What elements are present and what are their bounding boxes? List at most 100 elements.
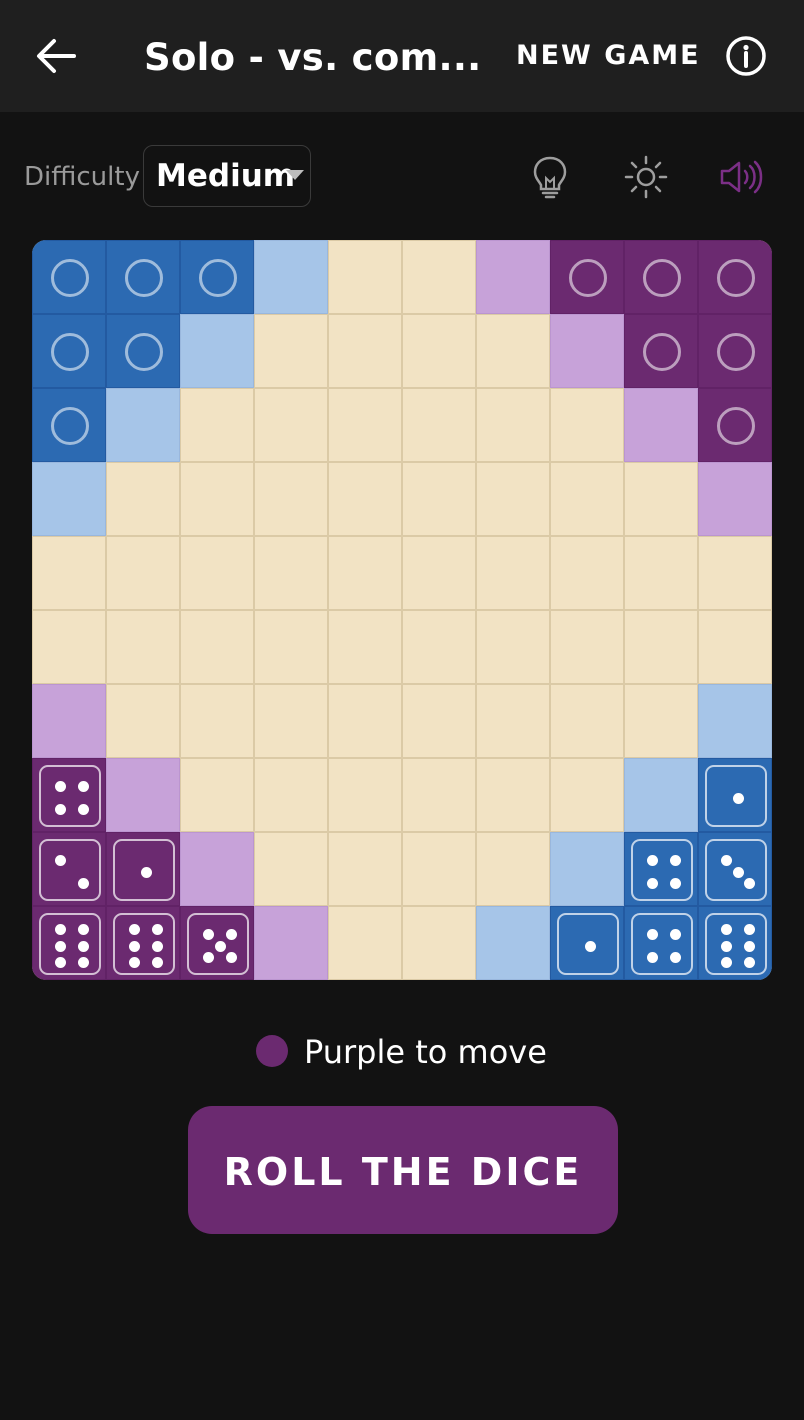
board-cell[interactable] — [624, 906, 698, 980]
board-cell[interactable] — [32, 388, 106, 462]
sound-button[interactable] — [716, 152, 766, 202]
board-cell[interactable] — [180, 388, 254, 462]
board-cell[interactable] — [106, 388, 180, 462]
die-piece[interactable] — [39, 839, 101, 901]
board-cell[interactable] — [32, 906, 106, 980]
board-cell[interactable] — [328, 240, 402, 314]
roll-dice-button[interactable]: ROLL THE DICE — [188, 1106, 618, 1234]
board-cell[interactable] — [624, 758, 698, 832]
board-cell[interactable] — [254, 610, 328, 684]
board-cell[interactable] — [106, 610, 180, 684]
board-cell[interactable] — [624, 536, 698, 610]
board-cell[interactable] — [254, 462, 328, 536]
board-cell[interactable] — [476, 758, 550, 832]
board-cell[interactable] — [328, 758, 402, 832]
board-cell[interactable] — [180, 462, 254, 536]
empty-piece-ring[interactable] — [569, 259, 607, 297]
board-cell[interactable] — [254, 906, 328, 980]
board-cell[interactable] — [698, 536, 772, 610]
board-cell[interactable] — [180, 906, 254, 980]
board-cell[interactable] — [402, 240, 476, 314]
board-cell[interactable] — [328, 314, 402, 388]
die-piece[interactable] — [557, 913, 619, 975]
board-cell[interactable] — [476, 388, 550, 462]
board-cell[interactable] — [698, 832, 772, 906]
board-cell[interactable] — [106, 758, 180, 832]
board-cell[interactable] — [106, 462, 180, 536]
die-piece[interactable] — [631, 913, 693, 975]
die-piece[interactable] — [39, 913, 101, 975]
board-cell[interactable] — [180, 536, 254, 610]
board-cell[interactable] — [254, 388, 328, 462]
board-cell[interactable] — [32, 610, 106, 684]
empty-piece-ring[interactable] — [51, 259, 89, 297]
board-cell[interactable] — [402, 314, 476, 388]
die-piece[interactable] — [187, 913, 249, 975]
board-cell[interactable] — [328, 462, 402, 536]
board-cell[interactable] — [180, 240, 254, 314]
board-cell[interactable] — [254, 684, 328, 758]
board-cell[interactable] — [402, 758, 476, 832]
board-cell[interactable] — [476, 536, 550, 610]
empty-piece-ring[interactable] — [199, 259, 237, 297]
board-cell[interactable] — [698, 314, 772, 388]
die-piece[interactable] — [39, 765, 101, 827]
board-cell[interactable] — [32, 758, 106, 832]
board-cell[interactable] — [698, 758, 772, 832]
board-cell[interactable] — [32, 536, 106, 610]
board-cell[interactable] — [328, 610, 402, 684]
board-cell[interactable] — [550, 610, 624, 684]
board-cell[interactable] — [254, 240, 328, 314]
board-cell[interactable] — [180, 832, 254, 906]
board-cell[interactable] — [254, 314, 328, 388]
board-cell[interactable] — [402, 462, 476, 536]
board-cell[interactable] — [698, 610, 772, 684]
board-cell[interactable] — [106, 906, 180, 980]
board-cell[interactable] — [476, 906, 550, 980]
board-cell[interactable] — [32, 684, 106, 758]
board-cell[interactable] — [254, 758, 328, 832]
board-cell[interactable] — [550, 240, 624, 314]
theme-button[interactable] — [621, 152, 671, 202]
board-cell[interactable] — [624, 684, 698, 758]
empty-piece-ring[interactable] — [717, 259, 755, 297]
board-cell[interactable] — [624, 388, 698, 462]
board-cell[interactable] — [698, 906, 772, 980]
board-cell[interactable] — [476, 832, 550, 906]
board-cell[interactable] — [180, 684, 254, 758]
empty-piece-ring[interactable] — [125, 259, 163, 297]
board-cell[interactable] — [328, 388, 402, 462]
info-button[interactable] — [724, 34, 768, 78]
board-cell[interactable] — [32, 240, 106, 314]
empty-piece-ring[interactable] — [125, 333, 163, 371]
game-board[interactable] — [32, 240, 772, 980]
empty-piece-ring[interactable] — [643, 259, 681, 297]
board-cell[interactable] — [32, 832, 106, 906]
board-cell[interactable] — [106, 314, 180, 388]
board-cell[interactable] — [624, 832, 698, 906]
empty-piece-ring[interactable] — [51, 333, 89, 371]
board-cell[interactable] — [402, 832, 476, 906]
board-cell[interactable] — [328, 906, 402, 980]
new-game-button[interactable]: NEW GAME — [516, 40, 701, 71]
board-cell[interactable] — [624, 240, 698, 314]
board-cell[interactable] — [32, 314, 106, 388]
board-cell[interactable] — [476, 240, 550, 314]
empty-piece-ring[interactable] — [717, 333, 755, 371]
board-cell[interactable] — [476, 462, 550, 536]
empty-piece-ring[interactable] — [717, 407, 755, 445]
board-cell[interactable] — [402, 906, 476, 980]
board-cell[interactable] — [698, 240, 772, 314]
board-cell[interactable] — [476, 684, 550, 758]
board-cell[interactable] — [550, 684, 624, 758]
board-cell[interactable] — [624, 610, 698, 684]
empty-piece-ring[interactable] — [643, 333, 681, 371]
board-cell[interactable] — [106, 240, 180, 314]
board-cell[interactable] — [550, 388, 624, 462]
die-piece[interactable] — [705, 913, 767, 975]
board-cell[interactable] — [550, 832, 624, 906]
board-cell[interactable] — [180, 314, 254, 388]
board-cell[interactable] — [32, 462, 106, 536]
board-cell[interactable] — [476, 314, 550, 388]
board-cell[interactable] — [402, 536, 476, 610]
